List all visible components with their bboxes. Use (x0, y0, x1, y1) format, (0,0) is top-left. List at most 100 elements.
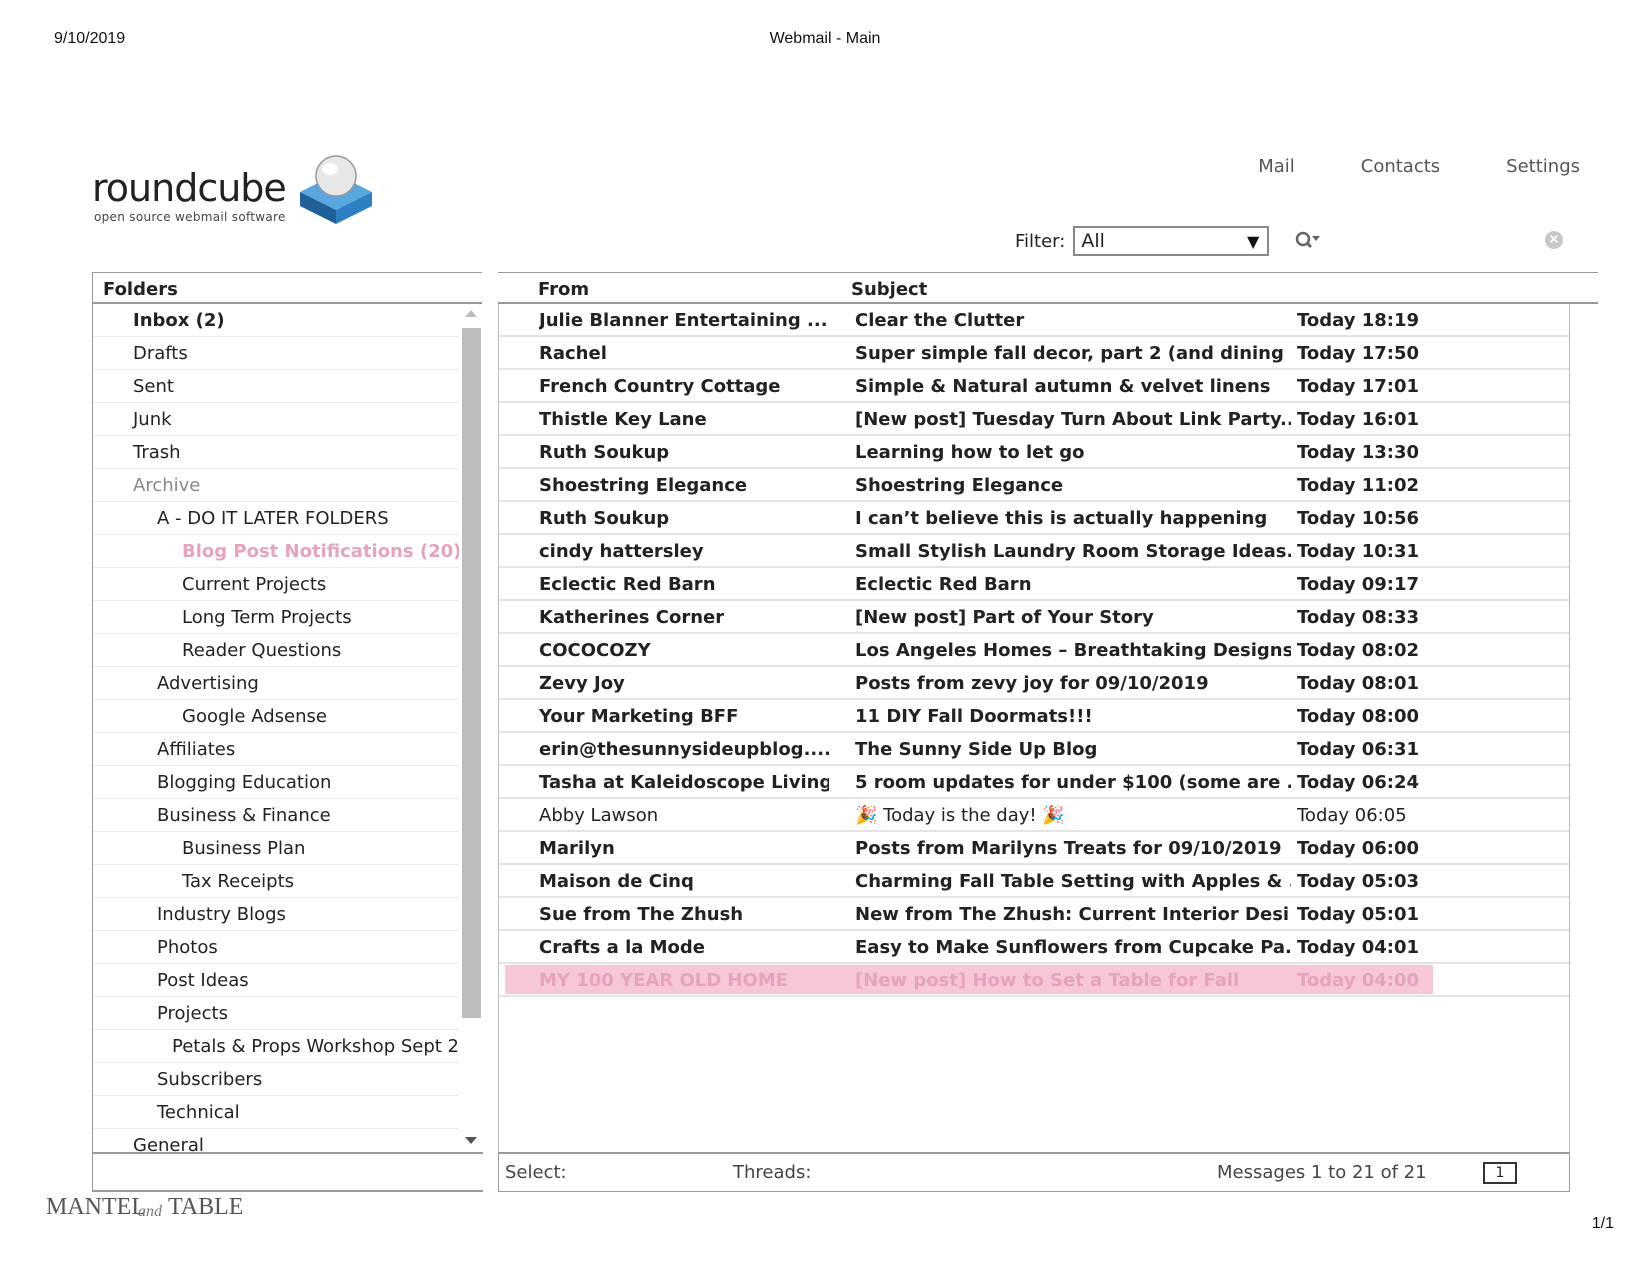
folder-item[interactable]: Business & Finance (93, 799, 459, 832)
message-subject: The Sunny Side Up Blog (855, 739, 1098, 760)
folder-item[interactable]: Current Projects (93, 568, 459, 601)
message-subject: Clear the Clutter (855, 310, 1025, 331)
mantel-and-table-watermark: MANTEL and TABLE (46, 1194, 243, 1220)
message-from: Eclectic Red Barn (539, 574, 716, 595)
folder-item[interactable]: Photos (93, 931, 459, 964)
folder-item[interactable]: Reader Questions (93, 634, 459, 667)
message-subject: Simple & Natural autumn & velvet linens (855, 376, 1271, 397)
folder-item[interactable]: Petals & Props Workshop Sept 20 (93, 1030, 459, 1063)
logo-tagline: open source webmail software (94, 210, 286, 224)
nav-settings[interactable]: Settings (1506, 156, 1580, 177)
message-row[interactable]: Tasha at Kaleidoscope Living 5 room updat… (499, 766, 1569, 799)
message-subject: New from The Zhush: Current Interior Des… (855, 904, 1291, 925)
message-row[interactable]: Crafts a la Mode Easy to Make Sunflowers … (499, 931, 1569, 964)
filter-label: Filter: (1015, 230, 1066, 252)
search-options-icon[interactable] (1294, 230, 1320, 252)
message-row[interactable]: Thistle Key Lane [New post] Tuesday Turn … (499, 403, 1569, 436)
folder-item[interactable]: Drafts (93, 337, 459, 370)
message-date: Today 11:02 (1297, 475, 1420, 496)
message-date: Today 18:19 (1297, 310, 1420, 331)
nav-mail[interactable]: Mail (1258, 156, 1295, 177)
message-row[interactable]: Eclectic Red Barn Eclectic Red Barn Today … (499, 568, 1569, 601)
scroll-thumb[interactable] (462, 328, 481, 1018)
folder-item[interactable]: Technical (93, 1096, 459, 1129)
message-from: French Country Cottage (539, 376, 781, 397)
folder-item[interactable]: Projects (93, 997, 459, 1030)
message-row[interactable]: Ruth Soukup Learning how to let go Today 1… (499, 436, 1569, 469)
message-from: cindy hattersley (539, 541, 704, 562)
message-row[interactable]: erin@thesunnysideupblog.... The Sunny Sid… (499, 733, 1569, 766)
message-subject: Shoestring Elegance (855, 475, 1064, 496)
message-date: Today 06:00 (1297, 838, 1420, 859)
nav-contacts[interactable]: Contacts (1361, 156, 1440, 177)
message-date: Today 08:00 (1297, 706, 1420, 727)
message-row[interactable]: MY 100 YEAR OLD HOME [New post] How to Se… (499, 964, 1569, 997)
message-subject: Super simple fall decor, part 2 (and din… (855, 343, 1291, 364)
scroll-up-arrow-icon[interactable] (465, 310, 477, 317)
folder-item[interactable]: Advertising (93, 667, 459, 700)
column-header-subject[interactable]: Subject (851, 279, 927, 300)
message-date: Today 06:24 (1297, 772, 1420, 793)
column-header-from[interactable]: From (538, 279, 589, 300)
roundcube-logo[interactable]: roundcube open source webmail software (92, 152, 392, 232)
message-date: Today 08:01 (1297, 673, 1420, 694)
message-subject: [New post] How to Set a Table for Fall (855, 970, 1240, 991)
message-row[interactable]: Rachel Super simple fall decor, part 2 (a… (499, 337, 1569, 370)
folder-item[interactable]: Affiliates (93, 733, 459, 766)
folder-item[interactable]: Business Plan (93, 832, 459, 865)
threads-menu[interactable]: Threads: (733, 1162, 811, 1183)
folder-item[interactable]: Blogging Education (93, 766, 459, 799)
message-subject: [New post] Part of Your Story (855, 607, 1154, 628)
folder-item[interactable]: Post Ideas (93, 964, 459, 997)
folder-item[interactable]: Inbox (2) (93, 304, 459, 337)
message-row[interactable]: Marilyn Posts from Marilyns Treats for 09… (499, 832, 1569, 865)
message-subject: 🎉 Today is the day! 🎉 (855, 805, 1065, 826)
message-row[interactable]: Maison de Cinq Charming Fall Table Settin… (499, 865, 1569, 898)
message-date: Today 17:01 (1297, 376, 1420, 397)
message-row[interactable]: Sue from The Zhush New from The Zhush: Cu… (499, 898, 1569, 931)
message-row[interactable]: Abby Lawson 🎉 Today is the day! 🎉 Today 06… (499, 799, 1569, 832)
folder-item[interactable]: Tax Receipts (93, 865, 459, 898)
message-row[interactable]: Zevy Joy Posts from zevy joy for 09/10/20… (499, 667, 1569, 700)
filter-select[interactable]: All ▼ (1073, 226, 1270, 256)
message-row[interactable]: Katherines Corner [New post] Part of Your… (499, 601, 1569, 634)
folder-item[interactable]: Google Adsense (93, 700, 459, 733)
message-row[interactable]: Your Marketing BFF 11 DIY Fall Doormats!!… (499, 700, 1569, 733)
scroll-down-arrow-icon[interactable] (465, 1137, 477, 1144)
message-from: MY 100 YEAR OLD HOME (539, 970, 788, 991)
folder-item[interactable]: Sent (93, 370, 459, 403)
folder-item[interactable]: Junk (93, 403, 459, 436)
folder-scrollbar[interactable] (459, 304, 483, 1152)
message-date: Today 10:56 (1297, 508, 1420, 529)
reset-search-icon[interactable]: × (1545, 231, 1563, 249)
folder-item[interactable]: Subscribers (93, 1063, 459, 1096)
folders-header: Folders (93, 272, 482, 304)
folder-item[interactable]: Long Term Projects (93, 601, 459, 634)
folder-item[interactable]: Blog Post Notifications (20) (93, 535, 459, 568)
folder-item[interactable]: A - DO IT LATER FOLDERS (93, 502, 459, 535)
message-row[interactable]: COCOCOZY Los Angeles Homes – Breathtaking… (499, 634, 1569, 667)
message-row[interactable]: French Country Cottage Simple & Natural a… (499, 370, 1569, 403)
message-row[interactable]: cindy hattersley Small Stylish Laundry Ro… (499, 535, 1569, 568)
message-date: Today 06:05 (1297, 805, 1407, 826)
message-from: Your Marketing BFF (539, 706, 739, 727)
message-date: Today 10:31 (1297, 541, 1420, 562)
message-date: Today 05:01 (1297, 904, 1420, 925)
page-number-input[interactable]: 1 (1483, 1162, 1517, 1184)
message-list-header: From Subject (498, 272, 1598, 304)
select-menu[interactable]: Select: (505, 1162, 567, 1183)
message-from: Sue from The Zhush (539, 904, 744, 925)
folder-item[interactable]: Archive (93, 469, 459, 502)
message-subject: Los Angeles Homes – Breathtaking Designs (855, 640, 1291, 661)
message-subject: I can’t believe this is actually happeni… (855, 508, 1268, 529)
message-date: Today 13:30 (1297, 442, 1420, 463)
message-row[interactable]: Julie Blanner Entertaining ... Clear the … (499, 304, 1569, 337)
message-row[interactable]: Shoestring Elegance Shoestring Elegance To… (499, 469, 1569, 502)
message-row[interactable]: Ruth Soukup I can’t believe this is actua… (499, 502, 1569, 535)
message-list-footer: Select: Threads: Messages 1 to 21 of 21 … (498, 1152, 1570, 1192)
folder-item[interactable]: Trash (93, 436, 459, 469)
print-header: 9/10/2019 Webmail - Main (54, 30, 1596, 54)
message-from: Maison de Cinq (539, 871, 694, 892)
folder-item[interactable]: General (93, 1129, 459, 1152)
folder-item[interactable]: Industry Blogs (93, 898, 459, 931)
